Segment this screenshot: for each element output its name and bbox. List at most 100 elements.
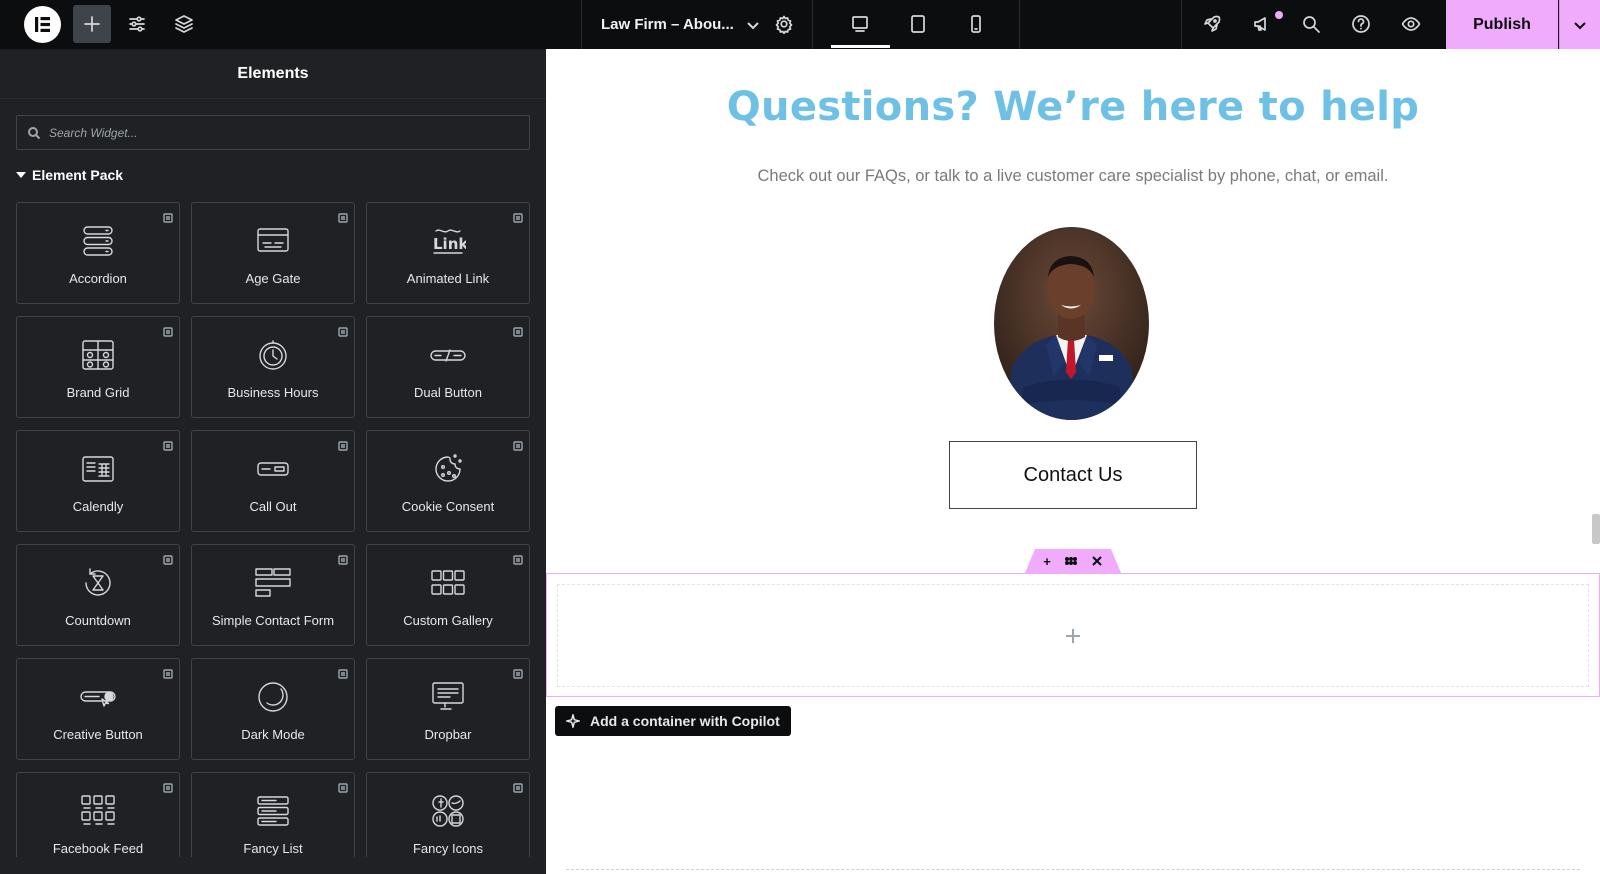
widget-simple-contact-form[interactable]: Simple Contact Form	[191, 544, 355, 646]
widget-label: Custom Gallery	[403, 613, 493, 628]
profile-photo[interactable]	[994, 227, 1149, 420]
widget-creative-button[interactable]: Creative Button	[16, 658, 180, 760]
widget-countdown[interactable]: Countdown	[16, 544, 180, 646]
hourglass-icon	[85, 568, 111, 596]
widget-search[interactable]	[16, 115, 530, 150]
cookie-icon	[435, 454, 462, 482]
close-icon[interactable]	[1091, 555, 1103, 567]
clock-icon	[259, 340, 287, 370]
widget-business-hours[interactable]: Business Hours	[191, 316, 355, 418]
search-input[interactable]	[49, 125, 509, 140]
mobile-view-button[interactable]	[957, 5, 995, 43]
widget-label: Call Out	[249, 499, 297, 514]
page-subtext[interactable]: Check out our FAQs, or talk to a live cu…	[546, 167, 1600, 186]
divider	[812, 0, 813, 49]
megaphone-icon	[1254, 17, 1266, 31]
widget-dropbar[interactable]: Dropbar	[366, 658, 530, 760]
desktop-view-button[interactable]	[841, 5, 879, 43]
copilot-label: Add a container with Copilot	[590, 713, 780, 729]
category-label: Element Pack	[32, 167, 124, 183]
widget-label: Simple Contact Form	[211, 613, 335, 628]
pro-badge-icon	[163, 555, 173, 565]
elementor-logo-icon[interactable]	[24, 6, 61, 43]
add-element-button[interactable]	[73, 5, 111, 43]
scrollbar-thumb[interactable]	[1592, 514, 1600, 544]
pro-badge-icon	[163, 441, 173, 451]
fancy-icons-icon	[432, 795, 464, 827]
page-name-label: Law Firm – Abou...	[601, 16, 734, 33]
chevron-down-icon	[1574, 21, 1586, 29]
widget-dark-mode[interactable]: Dark Mode	[191, 658, 355, 760]
panel-footer	[0, 857, 546, 874]
widget-dual-button[interactable]: Dual Button	[366, 316, 530, 418]
widget-label: Brand Grid	[66, 385, 130, 400]
widget-label: Facebook Feed	[52, 841, 144, 856]
selected-container[interactable]	[546, 573, 1600, 697]
widget-cookie-consent[interactable]: Cookie Consent	[366, 430, 530, 532]
whats-new-button[interactable]	[1243, 5, 1281, 43]
tablet-icon	[911, 15, 925, 33]
pro-badge-icon	[513, 555, 523, 565]
active-device-indicator	[831, 45, 890, 48]
widget-age-gate[interactable]: Age Gate	[191, 202, 355, 304]
dual-button-icon	[430, 349, 466, 362]
caret-down-icon	[16, 172, 26, 178]
help-icon	[1352, 15, 1370, 33]
widget-label: Accordion	[69, 271, 127, 286]
mobile-icon	[971, 15, 981, 33]
widget-call-out[interactable]: Call Out	[191, 430, 355, 532]
tablet-view-button[interactable]	[899, 5, 937, 43]
publish-options-button[interactable]	[1559, 0, 1600, 49]
category-toggle-element-pack[interactable]: Element Pack	[16, 167, 123, 183]
widget-label: Cookie Consent	[401, 499, 495, 514]
gear-icon	[775, 15, 793, 34]
editor-canvas: Questions? We’re here to help Check out …	[546, 49, 1600, 874]
widget-label: Dark Mode	[241, 727, 305, 742]
pro-badge-icon	[513, 441, 523, 451]
widget-custom-gallery[interactable]: Custom Gallery	[366, 544, 530, 646]
copilot-add-container-button[interactable]: Add a container with Copilot	[555, 706, 791, 736]
gallery-icon	[431, 570, 465, 595]
widget-animated-link[interactable]: Link Animated Link	[366, 202, 530, 304]
widget-grid: Accordion Age Gate Link Animated Link Br…	[16, 202, 530, 874]
widget-label: Countdown	[65, 613, 131, 628]
widget-accordion[interactable]: Accordion	[16, 202, 180, 304]
container-handle: +	[1025, 549, 1121, 573]
preview-button[interactable]	[1392, 5, 1430, 43]
page-name-dropdown[interactable]: Law Firm – Abou...	[601, 0, 760, 49]
plus-icon	[84, 16, 100, 32]
pro-badge-icon	[338, 669, 348, 679]
launchpad-button[interactable]	[1193, 5, 1231, 43]
search-button[interactable]	[1292, 5, 1330, 43]
add-container-icon[interactable]: +	[1043, 554, 1051, 569]
widget-label: Dropbar	[424, 727, 472, 742]
divider	[581, 0, 582, 49]
accordion-icon	[83, 226, 113, 256]
help-button[interactable]	[1342, 5, 1380, 43]
calendly-icon	[82, 456, 114, 482]
plus-icon[interactable]	[1064, 627, 1082, 645]
publish-button[interactable]: Publish	[1446, 0, 1558, 49]
page-headline[interactable]: Questions? We’re here to help	[546, 84, 1600, 130]
drag-handle-icon[interactable]	[1064, 555, 1077, 567]
pro-badge-icon	[163, 783, 173, 793]
structure-button[interactable]	[165, 5, 203, 43]
widget-brand-grid[interactable]: Brand Grid	[16, 316, 180, 418]
empty-container-dropzone[interactable]	[557, 584, 1589, 687]
site-settings-button[interactable]	[118, 5, 156, 43]
pro-badge-icon	[163, 669, 173, 679]
fancy-list-icon	[257, 796, 289, 826]
panel-title: Elements	[0, 49, 546, 99]
eye-icon	[1401, 17, 1421, 31]
widget-calendly[interactable]: Calendly	[16, 430, 180, 532]
facebook-feed-icon	[81, 795, 115, 825]
pro-badge-icon	[338, 555, 348, 565]
search-icon	[1303, 16, 1320, 33]
brand-grid-icon	[82, 340, 114, 370]
page-settings-button[interactable]	[765, 5, 803, 43]
publish-label: Publish	[1473, 15, 1531, 33]
editor-topbar: Law Firm – Abou... Publish	[0, 0, 1600, 49]
pro-badge-icon	[338, 213, 348, 223]
pro-badge-icon	[513, 327, 523, 337]
contact-us-button[interactable]: Contact Us	[949, 441, 1197, 509]
